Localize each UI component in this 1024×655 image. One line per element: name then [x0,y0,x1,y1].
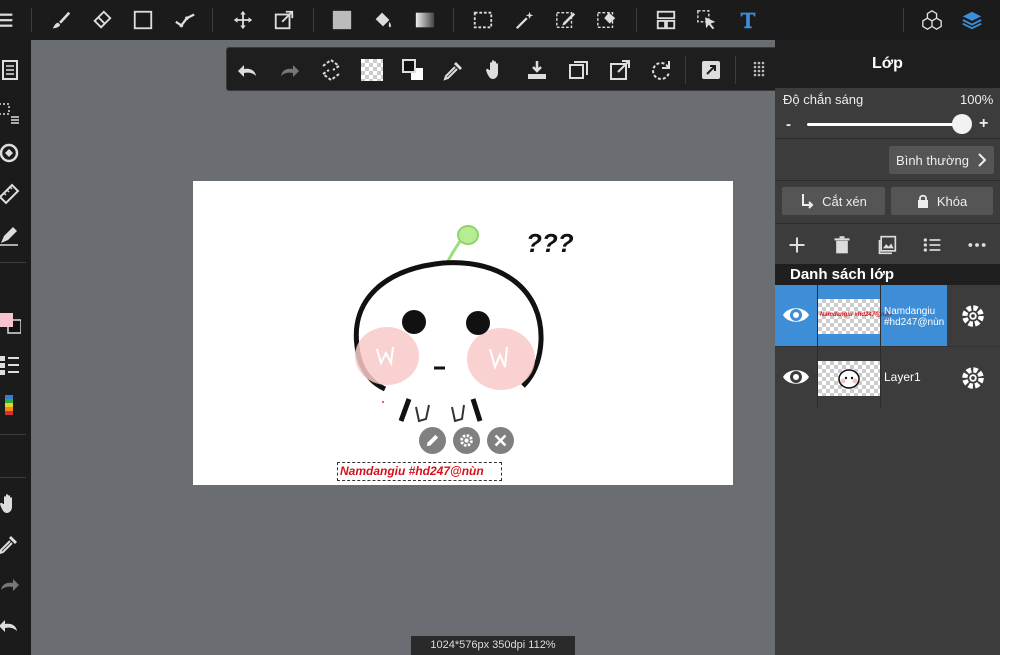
menu-icon[interactable] [0,5,20,35]
clip-arrow-icon [802,194,814,209]
question-marks: ??? [526,228,574,258]
grid-menu-icon[interactable] [744,55,774,85]
duplicate-icon[interactable] [564,55,594,85]
move-icon[interactable] [228,5,258,35]
transform-icon[interactable] [269,5,299,35]
pen-settings-icon[interactable] [0,220,24,250]
close-text-button[interactable] [487,427,514,454]
save-icon[interactable] [522,55,552,85]
delete-layer-icon[interactable] [829,232,855,258]
pages-icon[interactable] [0,55,24,85]
edit-text-button[interactable] [419,427,446,454]
floating-toolbar [226,47,781,91]
ruler-icon[interactable] [0,179,24,209]
checker-icon[interactable] [357,55,387,85]
blend-mode-label: Bình thường [896,152,969,168]
eraser-icon[interactable] [87,5,117,35]
opacity-increase-button[interactable]: + [979,115,988,133]
layers-icon[interactable] [957,5,987,35]
visibility-eye-icon[interactable] [781,303,811,327]
redo-icon[interactable] [0,570,24,600]
clipping-button[interactable]: Cắt xén [782,187,885,215]
opacity-value: 100% [960,92,994,107]
panel-title: Lớp [775,40,1000,88]
rectangle-icon[interactable] [128,5,158,35]
visibility-eye-icon[interactable] [781,365,811,389]
fill-rect-icon[interactable] [327,5,357,35]
opacity-slider[interactable] [807,123,961,126]
blend-mode-button[interactable]: Bình thường [889,146,994,174]
text-tool-icon[interactable] [733,5,763,35]
eyedropper-icon[interactable] [439,55,469,85]
clipping-label: Cắt xén [822,193,867,209]
eyedropper-icon[interactable] [0,529,24,559]
layer-name: Layer1 [884,370,921,384]
text-layer-box[interactable]: Namdangiu #hd247@nùn [337,462,502,481]
gradient-icon[interactable] [410,5,440,35]
lock-label: Khóa [936,193,968,209]
select-rect-icon[interactable] [468,5,498,35]
layer-settings-gear-icon[interactable] [959,364,987,392]
gear-icon [460,434,473,447]
layer-name-line2: #hd247@nùn [884,317,945,328]
undo-icon[interactable] [233,55,263,85]
screen-edge [1000,0,1024,655]
rotate-view-icon[interactable] [0,138,24,168]
layer-thumbnail-text: Namdangiu #hd247@nùn [820,312,892,318]
canvas-status: 1024*576px 350dpi 112% [411,636,575,655]
layer-thumbnail [818,361,880,396]
layout-icon[interactable] [651,5,681,35]
redo-icon[interactable] [274,55,304,85]
opacity-decrease-button[interactable]: - [786,116,791,133]
color-palette-icon[interactable] [0,390,24,420]
hand-icon[interactable] [0,489,24,519]
lock-icon [917,194,928,208]
chevron-right-icon [978,153,987,167]
select-eraser-icon[interactable] [592,5,622,35]
import-image-icon[interactable] [874,232,900,258]
layer-settings-gear-icon[interactable] [959,302,987,330]
left-toolbar [0,40,31,655]
bucket-icon[interactable] [368,5,398,35]
add-layer-icon[interactable] [784,232,810,258]
lock-button[interactable]: Khóa [891,187,993,215]
layer-row-layer1[interactable]: Layer1 [775,347,1000,408]
color-list-icon[interactable] [0,350,24,380]
color-swatch-icon[interactable] [0,308,24,338]
opacity-slider-handle[interactable] [952,114,972,134]
brush-icon[interactable] [46,5,76,35]
layer-thumbnail: Namdangiu #hd247@nùn [818,299,892,334]
color-swap-icon[interactable] [398,55,428,85]
select-arrow-icon[interactable] [692,5,722,35]
layer-list-icon[interactable] [919,232,945,258]
rotate-icon[interactable] [646,55,676,85]
more-options-icon[interactable] [964,232,990,258]
expand-icon[interactable] [696,55,726,85]
layer-panel: Lớp Độ chắn sáng 100% - + Bình thường Cắ… [775,40,1000,655]
text-settings-button[interactable] [453,427,480,454]
transform-select-icon[interactable] [316,55,346,85]
snap-ruler-icon[interactable] [170,5,200,35]
layer-row-text[interactable]: Namdangiu #hd247@nùn Namdangiu #hd247@nù… [775,285,1000,346]
materials-icon[interactable] [917,5,947,35]
magic-wand-icon[interactable] [510,5,540,35]
top-toolbar [0,0,1024,40]
hand-icon[interactable] [480,55,510,85]
close-icon [494,434,507,447]
export-icon[interactable] [605,55,635,85]
pencil-icon [426,434,439,447]
layer-list-header: Danh sách lớp [775,264,1000,285]
select-pen-icon[interactable] [551,5,581,35]
undo-icon[interactable] [0,611,24,641]
selection-list-icon[interactable] [0,98,24,128]
opacity-label: Độ chắn sáng [783,92,864,107]
